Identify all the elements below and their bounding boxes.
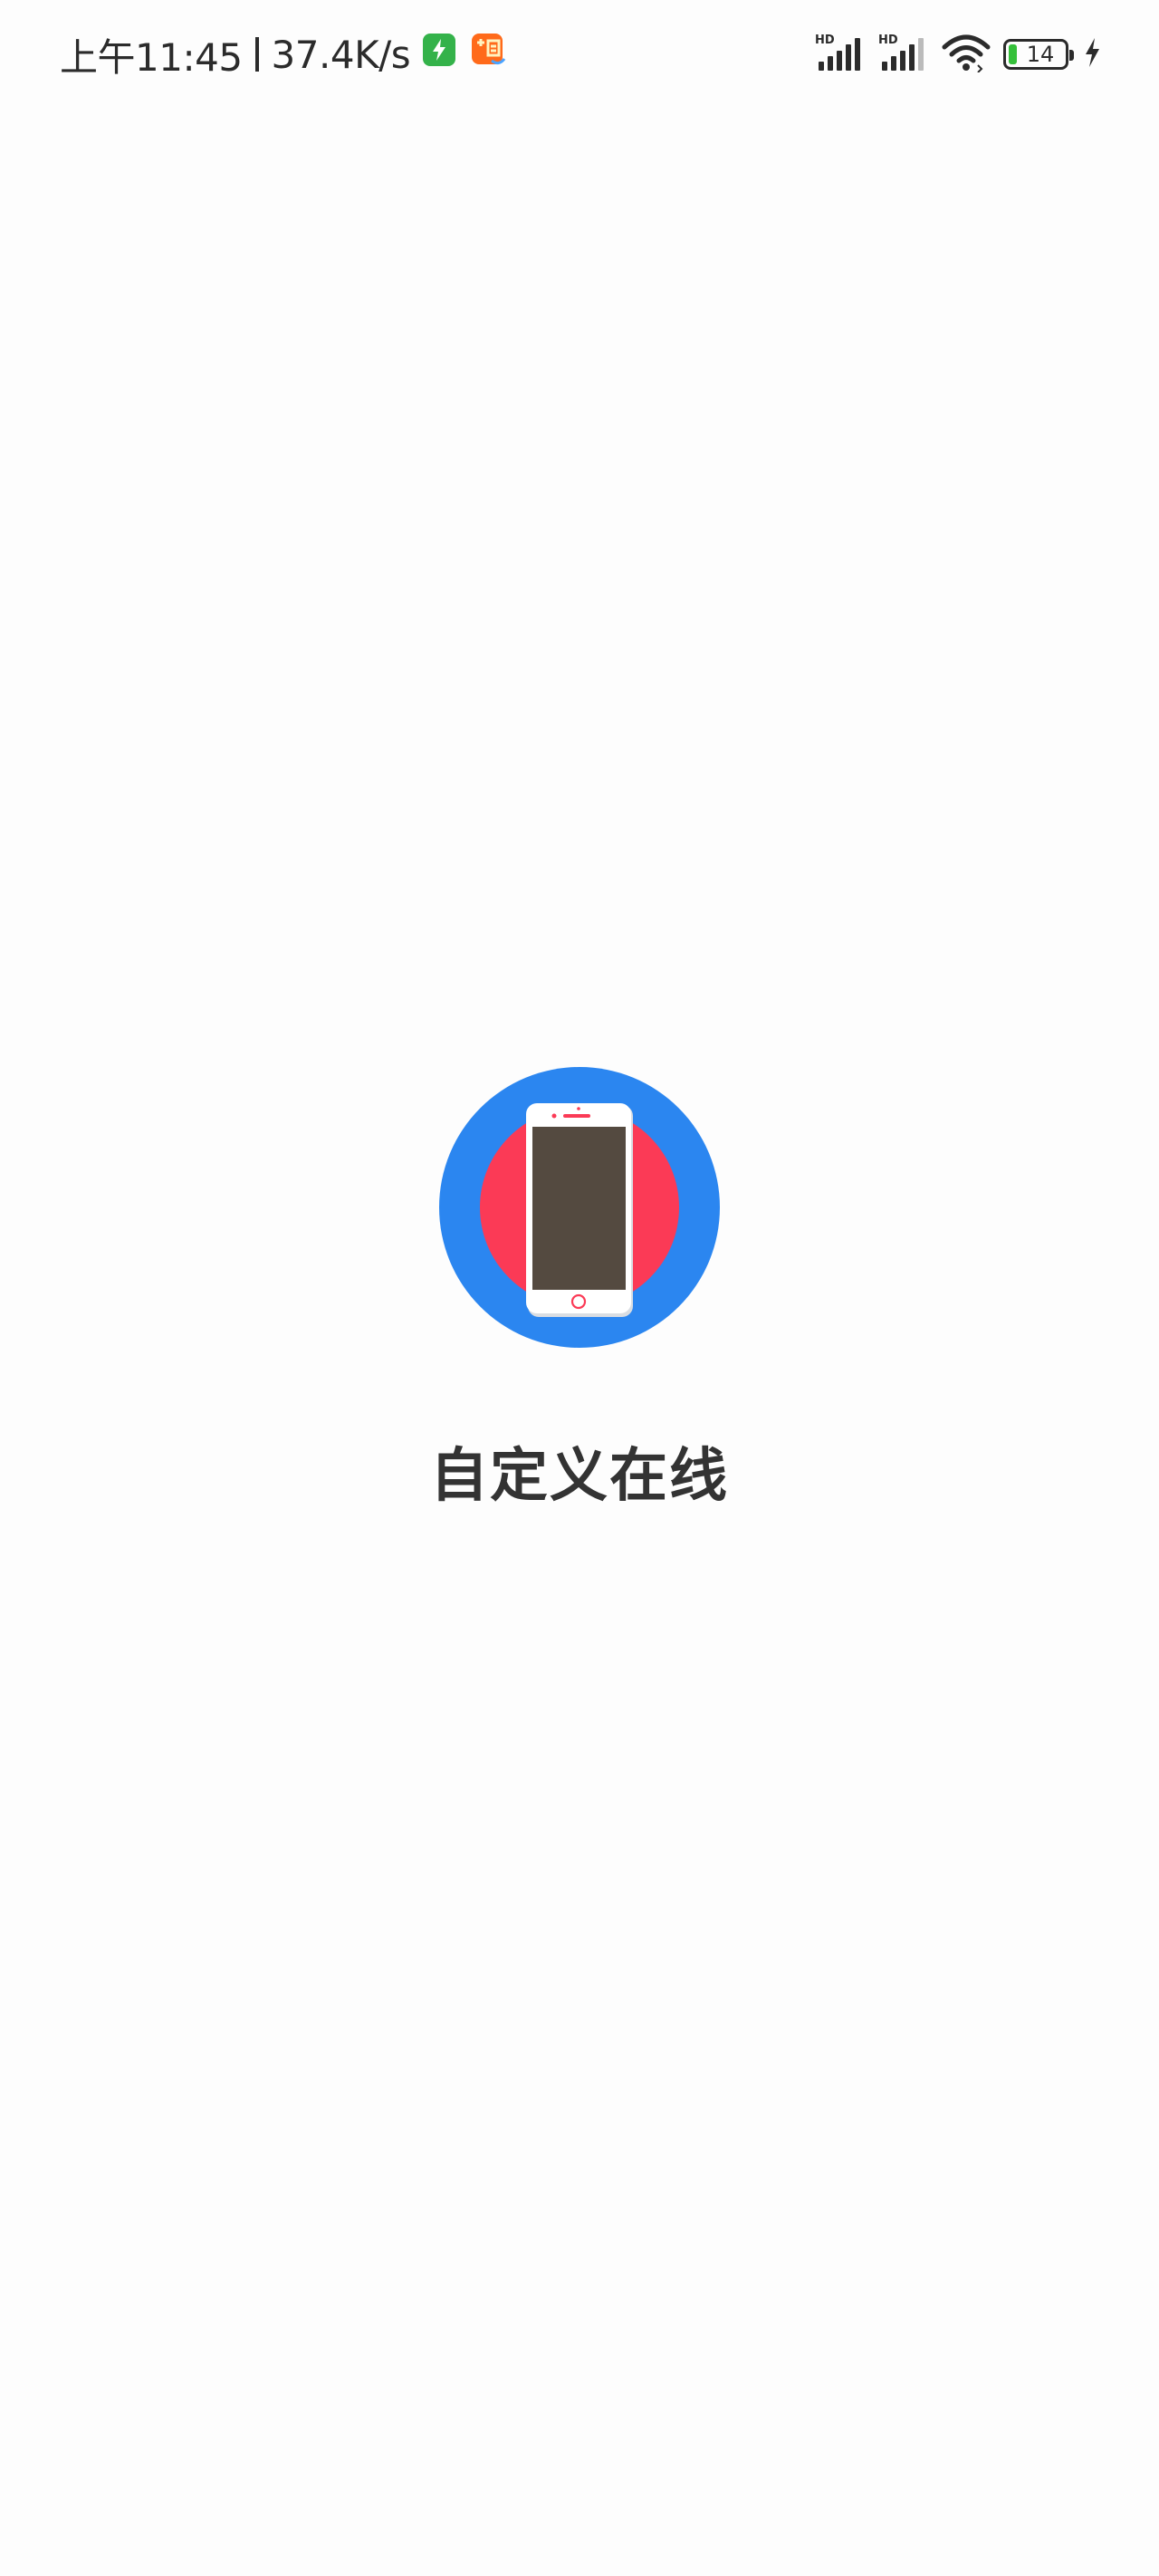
battery-fill — [1009, 44, 1017, 64]
wifi-icon — [942, 33, 991, 76]
battery-level: 14 — [1026, 42, 1055, 67]
phone-logo-icon — [439, 1067, 720, 1348]
status-right: HD HD 14 — [802, 25, 1103, 83]
status-separator — [254, 37, 259, 72]
splash-screen: 上午11:45 37.4K/s HD HD 14 自定义在线 — [0, 0, 1159, 2576]
status-left: 上午11:45 37.4K/s — [60, 25, 508, 83]
charging-bolt-icon — [1081, 34, 1103, 74]
network-speed: 37.4K/s — [271, 32, 411, 77]
charging-app-icon — [421, 32, 457, 77]
svg-text:HD: HD — [878, 34, 898, 47]
hd-signal-icon: HD — [878, 33, 929, 76]
battery-icon: 14 — [1003, 39, 1074, 70]
taobao-icon — [468, 30, 508, 79]
app-name: 自定义在线 — [430, 1443, 729, 1510]
hd-signal-icon: HD — [815, 33, 866, 76]
status-bar: 上午11:45 37.4K/s HD HD 14 — [0, 0, 1159, 109]
svg-text:HD: HD — [815, 34, 835, 47]
status-time: 上午11:45 — [60, 34, 243, 80]
